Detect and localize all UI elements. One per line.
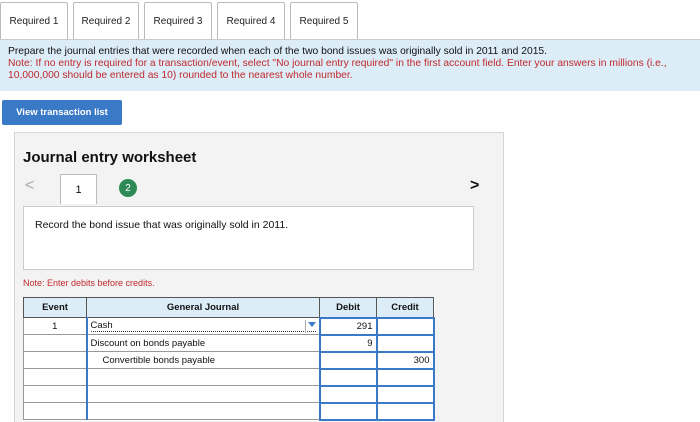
next-page-icon[interactable]: > [470, 177, 479, 195]
account-select[interactable]: Discount on bonds payable [85, 334, 320, 352]
instructions-note: Note: If no entry is required for a tran… [8, 58, 667, 81]
account-value: Convertible bonds payable [102, 354, 216, 366]
table-row [23, 367, 435, 387]
table-row: Convertible bonds payable 300 [23, 350, 435, 370]
worksheet-title: Journal entry worksheet [23, 149, 197, 166]
page-tab-1[interactable]: 1 [60, 174, 97, 204]
dropdown-separator [304, 320, 306, 333]
account-select[interactable] [85, 402, 320, 420]
account-select[interactable]: Convertible bonds payable [85, 351, 320, 369]
credit-input[interactable] [375, 384, 435, 404]
page-tab-2[interactable]: 2 [119, 179, 137, 197]
tab-required-2[interactable]: Required 2 [73, 2, 139, 39]
debit-input[interactable] [318, 350, 378, 370]
account-select[interactable] [85, 368, 320, 386]
record-instruction-text: Record the bond issue that was originall… [35, 219, 289, 231]
debit-input[interactable] [318, 367, 378, 387]
requirement-tabs: Required 1 Required 2 Required 3 Require… [0, 2, 363, 39]
view-transaction-list-button[interactable]: View transaction list [2, 100, 122, 125]
account-value: Cash [90, 320, 316, 332]
record-instruction-box: Record the bond issue that was originall… [23, 206, 474, 270]
instructions-panel: Prepare the journal entries that were re… [0, 40, 700, 91]
account-select[interactable] [85, 385, 320, 403]
journal-table: Event General Journal Debit Credit 1 Cas… [23, 297, 435, 421]
table-row: Discount on bonds payable 9 [23, 333, 435, 353]
debit-input[interactable]: 291 [318, 316, 378, 336]
event-cell [23, 385, 87, 403]
credit-input[interactable] [375, 333, 435, 353]
prev-page-icon[interactable]: < [25, 177, 34, 195]
header-debit: Debit [319, 297, 377, 318]
tab-required-4[interactable]: Required 4 [217, 2, 285, 39]
event-cell [23, 402, 87, 420]
instructions-text: Prepare the journal entries that were re… [8, 46, 548, 57]
event-cell [23, 334, 87, 352]
debit-input[interactable]: 9 [318, 333, 378, 353]
table-row: 1 Cash 291 [23, 316, 435, 336]
chevron-down-icon[interactable] [307, 322, 316, 327]
debit-credit-note: Note: Enter debits before credits. [23, 278, 155, 288]
header-credit: Credit [376, 297, 434, 318]
tab-required-5[interactable]: Required 5 [290, 2, 358, 39]
event-cell [23, 351, 87, 369]
credit-input[interactable]: 300 [375, 350, 435, 370]
table-row [23, 401, 435, 421]
tab-required-3[interactable]: Required 3 [144, 2, 212, 39]
header-event: Event [23, 297, 87, 318]
event-cell [23, 368, 87, 386]
debit-input[interactable] [318, 401, 378, 421]
account-select[interactable]: Cash [85, 317, 320, 335]
credit-input[interactable] [375, 316, 435, 336]
table-row [23, 384, 435, 404]
tab-required-1[interactable]: Required 1 [0, 2, 68, 39]
account-value: Discount on bonds payable [90, 337, 206, 349]
credit-input[interactable] [375, 401, 435, 421]
event-cell: 1 [23, 317, 87, 335]
journal-entry-worksheet: Journal entry worksheet < 1 2 > Record t… [14, 132, 504, 422]
credit-input[interactable] [375, 367, 435, 387]
header-general-journal: General Journal [86, 297, 320, 318]
debit-input[interactable] [318, 384, 378, 404]
